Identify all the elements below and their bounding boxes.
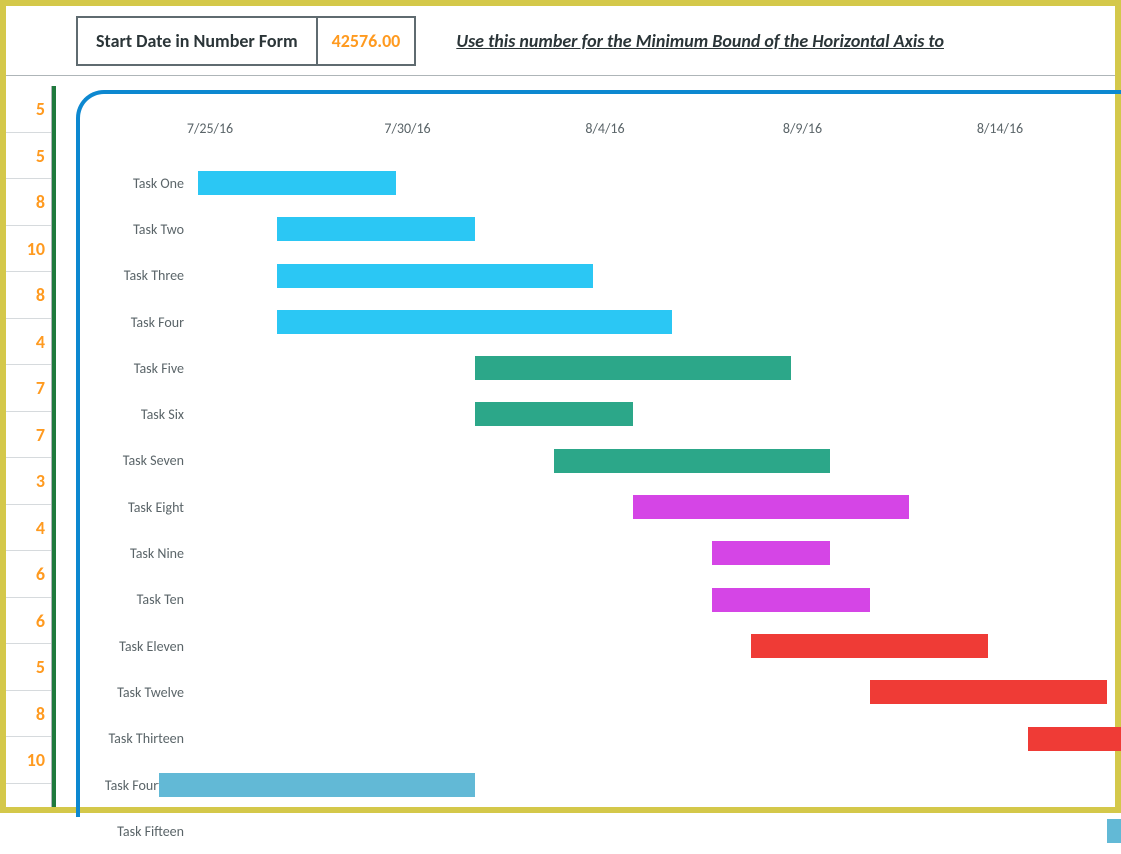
task-label: Task Five (80, 360, 198, 377)
task-bar[interactable] (475, 356, 791, 380)
task-track (198, 808, 1121, 854)
duration-cell[interactable]: 4 (6, 319, 51, 366)
task-row: Task Two (80, 206, 1121, 252)
task-track (198, 716, 1121, 762)
duration-cell[interactable]: 6 (6, 598, 51, 645)
task-row: Task Fifteen (80, 808, 1121, 854)
x-axis: 7/25/167/30/168/4/168/9/168/14/16 (210, 120, 1121, 146)
task-track (198, 577, 1121, 623)
duration-cell[interactable]: 10 (6, 226, 51, 273)
task-row: Task Ten (80, 577, 1121, 623)
task-row: Task Six (80, 391, 1121, 437)
task-row: Task Five (80, 345, 1121, 391)
task-track (198, 345, 1121, 391)
task-track (198, 484, 1121, 530)
task-row: Task Seven (80, 438, 1121, 484)
task-label: Task Seven (80, 452, 198, 469)
task-label: Task Thirteen (80, 730, 198, 747)
x-axis-tick: 7/30/16 (384, 120, 430, 137)
task-bar[interactable] (277, 310, 672, 334)
task-bar[interactable] (475, 402, 633, 426)
duration-column: 55810847734665810 (6, 86, 52, 807)
x-axis-tick: 8/14/16 (977, 120, 1023, 137)
task-bar[interactable] (751, 634, 988, 658)
x-axis-tick: 8/9/16 (783, 120, 822, 137)
task-row: Task Thirteen (80, 716, 1121, 762)
duration-cell[interactable]: 6 (6, 551, 51, 598)
start-date-value-cell[interactable]: 42576.00 (318, 16, 417, 66)
task-row: Task One (80, 160, 1121, 206)
task-bar[interactable] (277, 217, 475, 241)
x-axis-tick: 7/25/16 (187, 120, 233, 137)
start-date-label-cell: Start Date in Number Form (76, 16, 318, 66)
task-label: Task Fifteen (80, 823, 198, 840)
task-track (198, 206, 1121, 252)
task-track (198, 623, 1121, 669)
duration-cell[interactable]: 10 (6, 737, 51, 784)
task-bar[interactable] (554, 449, 831, 473)
chart-frame: 7/25/16 7/30/16 8/4/16 8/9/16 8/14/16 Task O… (76, 90, 1121, 817)
duration-cell[interactable]: 4 (6, 505, 51, 552)
x-axis-tick: 8/4/16 (585, 120, 624, 137)
task-bar[interactable] (1028, 727, 1121, 751)
duration-cell[interactable]: 3 (6, 458, 51, 505)
task-label: Task One (80, 175, 198, 192)
task-label: Task Nine (80, 545, 198, 562)
task-row: Task Four (80, 299, 1121, 345)
duration-cell[interactable]: 5 (6, 86, 51, 133)
header-row: Start Date in Number Form 42576.00 Use t… (6, 6, 1115, 76)
task-label: Task Two (80, 221, 198, 238)
task-bar[interactable] (870, 680, 1107, 704)
duration-cell[interactable]: 8 (6, 691, 51, 738)
task-bar[interactable] (633, 495, 910, 519)
chart-container: 7/25/16 7/30/16 8/4/16 8/9/16 8/14/16 Task O… (52, 86, 1115, 807)
task-row: Task Eleven (80, 623, 1121, 669)
task-track (198, 669, 1121, 715)
duration-cell[interactable]: 7 (6, 412, 51, 459)
task-label: Task Three (80, 267, 198, 284)
content-area: 55810847734665810 7/25/167/30/168/4/168/… (6, 76, 1115, 807)
gantt-bars: Task One Task Two Task Three Task Four Task … (80, 160, 1121, 854)
task-label: Task Six (80, 406, 198, 423)
task-label: Task Twelve (80, 684, 198, 701)
task-label: Task Eleven (80, 638, 198, 655)
task-bar[interactable] (159, 773, 475, 797)
duration-cell[interactable]: 5 (6, 133, 51, 180)
task-label: Task Eight (80, 499, 198, 516)
task-row: Task Twelve (80, 669, 1121, 715)
duration-cell[interactable]: 8 (6, 179, 51, 226)
task-track (198, 530, 1121, 576)
task-row: Task Nine (80, 530, 1121, 576)
task-row: Task Fourteen (80, 762, 1121, 808)
task-bar[interactable] (1107, 819, 1121, 843)
task-track (198, 762, 1121, 808)
task-track (198, 391, 1121, 437)
task-bar[interactable] (198, 171, 396, 195)
task-bar[interactable] (277, 264, 593, 288)
task-label: Task Ten (80, 591, 198, 608)
duration-cell[interactable]: 8 (6, 272, 51, 319)
task-label: Task Four (80, 314, 198, 331)
task-track (198, 253, 1121, 299)
task-track (198, 438, 1121, 484)
duration-cell[interactable]: 7 (6, 365, 51, 412)
task-row: Task Three (80, 253, 1121, 299)
axis-hint-text: Use this number for the Minimum Bound of… (456, 30, 944, 52)
duration-cell[interactable]: 5 (6, 644, 51, 691)
task-bar[interactable] (712, 541, 831, 565)
task-track (198, 160, 1121, 206)
task-row: Task Eight (80, 484, 1121, 530)
task-track (198, 299, 1121, 345)
task-bar[interactable] (712, 588, 870, 612)
